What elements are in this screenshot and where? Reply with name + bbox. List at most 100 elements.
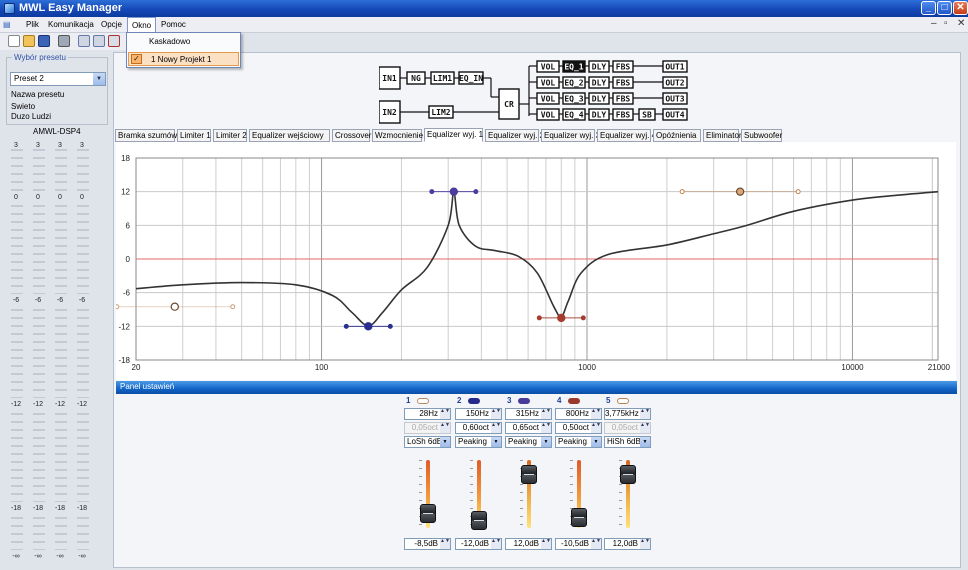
frequency-input[interactable]: 150Hz ▲▼ [455, 408, 502, 420]
preset-name-line2: Duzo Ludzi [11, 112, 52, 121]
spin-arrows-icon[interactable]: ▲▼ [640, 409, 650, 419]
menu-opcje[interactable]: Opcje [97, 17, 126, 32]
band-width-handle[interactable] [230, 304, 236, 310]
menu-item-project-window[interactable]: ✓ 1 Nowy Projekt 1 [128, 52, 239, 66]
spin-arrows-icon[interactable]: ▲▼ [591, 539, 601, 549]
eq-response-chart[interactable]: 18 12 6 0 -6 -12 -18 20 100 1000 10000 21000 [114, 142, 956, 380]
filter-type-select[interactable]: HiSh 6dB ▼ [604, 436, 651, 448]
out-3-label: OUT3 [665, 95, 684, 104]
band-handle-4[interactable] [557, 313, 566, 323]
mdi-close-icon[interactable]: ✕ [957, 18, 965, 29]
gain-value: -8,5dB [414, 539, 438, 548]
band-width-handle[interactable] [343, 323, 349, 329]
frequency-input[interactable]: 3,775kHz ▲▼ [604, 408, 651, 420]
mdi-system-icon[interactable]: ▤ [3, 20, 17, 30]
band-width-handle[interactable] [795, 189, 801, 195]
window-title: MWL Easy Manager [19, 2, 123, 14]
tab-1[interactable]: Limiter 1 [177, 129, 211, 142]
gain-input[interactable]: 12,0dB ▲▼ [505, 538, 552, 550]
tab-6[interactable]: Equalizer wyj. 1 [424, 128, 483, 142]
new-file-icon[interactable] [8, 35, 20, 47]
spin-arrows-icon: ▲▼ [491, 423, 501, 433]
chevron-down-icon: ▼ [491, 437, 501, 447]
tab-11[interactable]: Eliminator [703, 129, 742, 142]
tab-2[interactable]: Limiter 2 [213, 129, 247, 142]
menu-okno[interactable]: Okno [127, 17, 157, 32]
copy-icon[interactable] [78, 35, 90, 47]
tab-0[interactable]: Bramka szumów [115, 129, 177, 142]
band-width-handle[interactable] [580, 315, 586, 321]
tab-5[interactable]: Wzmocnienie [372, 129, 423, 142]
filter-type-select[interactable]: Peaking ▼ [505, 436, 552, 448]
tab-4[interactable]: Crossover [332, 129, 371, 142]
minimize-button[interactable]: _ [921, 1, 936, 15]
filter-type-select[interactable]: LoSh 6dB ▼ [404, 436, 451, 448]
tab-3[interactable]: Equalizer wejściowy [249, 129, 330, 142]
spin-arrows-icon[interactable]: ▲▼ [440, 539, 450, 549]
bandwidth-input[interactable]: 0,65oct ▲▼ [505, 422, 552, 434]
frequency-input[interactable]: 315Hz ▲▼ [505, 408, 552, 420]
bandwidth-input: 0,05oct ▲▼ [404, 422, 451, 434]
filter-type-select[interactable]: Peaking ▼ [455, 436, 502, 448]
meter-level-label: 3 [80, 142, 84, 149]
out-1-label: OUT1 [665, 63, 684, 72]
meter-level-label: -6 [13, 297, 19, 304]
frequency-input[interactable]: 28Hz ▲▼ [404, 408, 451, 420]
save-icon[interactable] [38, 35, 50, 47]
bandwidth-input[interactable]: 0,60oct ▲▼ [455, 422, 502, 434]
tab-10[interactable]: Opóźnienia [653, 129, 701, 142]
print-icon[interactable] [58, 35, 70, 47]
spin-arrows-icon[interactable]: ▲▼ [591, 409, 601, 419]
band-width-handle[interactable] [429, 189, 435, 195]
filter-type-value: HiSh 6dB [607, 437, 641, 446]
spin-arrows-icon[interactable]: ▲▼ [440, 409, 450, 419]
close-button[interactable]: ✕ [953, 1, 968, 15]
tab-7[interactable]: Equalizer wyj. 2 [485, 129, 544, 142]
maximize-button[interactable]: □ [937, 1, 952, 15]
spin-arrows-icon[interactable]: ▲▼ [640, 539, 650, 549]
band-handle-5[interactable] [735, 187, 745, 196]
menu-pomoc[interactable]: Pomoc [157, 17, 190, 32]
menu-item-project-label: 1 Nowy Projekt 1 [151, 55, 212, 64]
band-width-handle[interactable] [679, 189, 685, 195]
menu-komunikacja[interactable]: Komunikacja [44, 17, 98, 32]
band-handle-1[interactable] [170, 302, 179, 311]
tab-12[interactable]: Subwoofer [741, 129, 782, 142]
gain-slider-knob[interactable] [521, 465, 537, 485]
gain-input[interactable]: -8,5dB ▲▼ [404, 538, 451, 550]
gain-slider-knob[interactable] [471, 510, 487, 530]
filter-type-select[interactable]: Peaking ▼ [555, 436, 602, 448]
frequency-input[interactable]: 800Hz ▲▼ [555, 408, 602, 420]
spin-arrows-icon[interactable]: ▲▼ [491, 539, 501, 549]
gain-slider-knob[interactable] [620, 465, 636, 485]
band-width-handle[interactable] [387, 323, 393, 329]
band-width-handle[interactable] [114, 304, 120, 310]
tab-9[interactable]: Equalizer wyj. 4 [597, 129, 656, 142]
gain-input[interactable]: -10,5dB ▲▼ [555, 538, 602, 550]
mdi-restore-icon[interactable]: ▫ [944, 18, 948, 29]
band-width-handle[interactable] [473, 189, 479, 195]
delete-icon[interactable] [108, 35, 120, 47]
eq-chart-svg[interactable]: 18 12 6 0 -6 -12 -1820 100 1000 10000 21000 [114, 142, 956, 380]
gain-input[interactable]: 12,0dB ▲▼ [604, 538, 651, 550]
spin-arrows-icon[interactable]: ▲▼ [491, 409, 501, 419]
paste-icon[interactable] [93, 35, 105, 47]
spin-arrows-icon[interactable]: ▲▼ [541, 409, 551, 419]
gain-slider-knob[interactable] [420, 504, 436, 524]
preset-select[interactable]: Preset 2 ▼ [10, 72, 106, 86]
spin-arrows-icon[interactable]: ▲▼ [541, 539, 551, 549]
band-column-2: 2 150Hz ▲▼ 0,60oct ▲▼ Peaking ▼ -12,0dB ▲▼ [455, 396, 503, 554]
band-handle-3[interactable] [449, 187, 459, 196]
spin-arrows-icon: ▲▼ [440, 423, 450, 433]
gain-slider-knob[interactable] [571, 507, 587, 527]
y-tick-label: -12 [118, 322, 130, 331]
mdi-minimize-icon[interactable]: – [931, 18, 937, 29]
tab-8[interactable]: Equalizer wyj. 3 [541, 129, 600, 142]
gain-input[interactable]: -12,0dB ▲▼ [455, 538, 502, 550]
menu-item-cascade[interactable]: Kaskadowo [128, 35, 239, 49]
menu-plik[interactable]: Plik [22, 17, 43, 32]
band-handle-2[interactable] [364, 322, 373, 331]
open-folder-icon[interactable] [23, 35, 35, 47]
band-width-handle[interactable] [536, 315, 542, 321]
bandwidth-input[interactable]: 0,50oct ▲▼ [555, 422, 602, 434]
